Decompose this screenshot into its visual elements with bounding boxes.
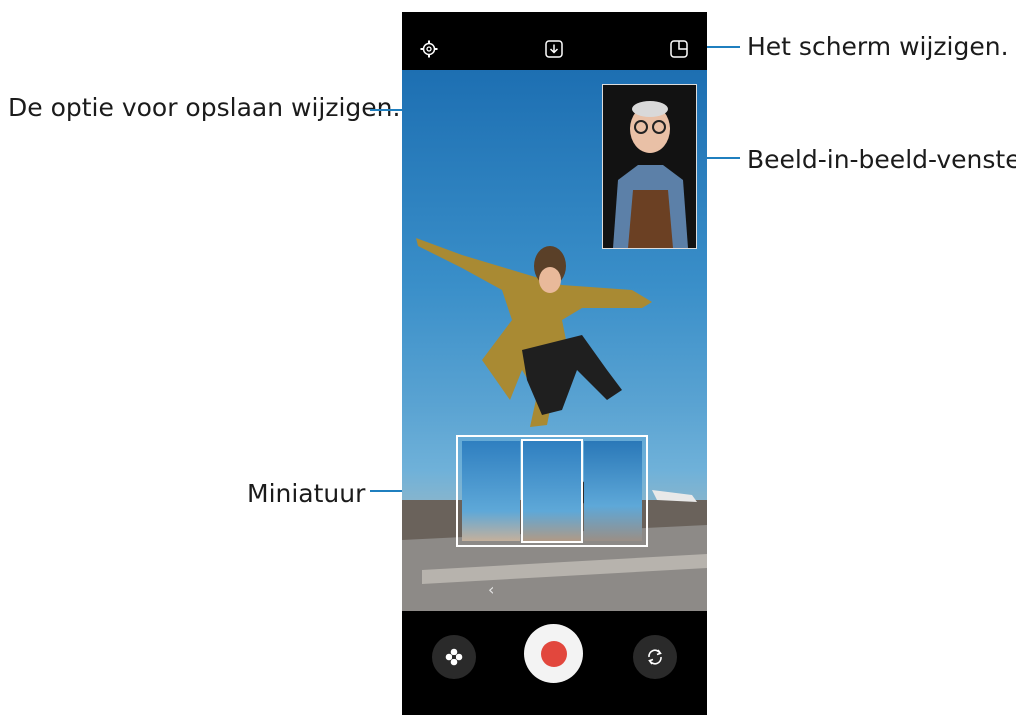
thumbnail-strip[interactable] <box>456 435 648 547</box>
download-icon[interactable] <box>545 40 563 58</box>
callout-thumbnail: Miniatuur <box>247 479 366 508</box>
pip-person-image <box>603 85 696 248</box>
rotate-icon <box>648 649 662 665</box>
pip-window[interactable] <box>602 84 697 249</box>
gear-icon[interactable] <box>420 40 438 58</box>
phone-screen: ‹ <box>402 12 707 715</box>
thumbnail-item[interactable] <box>462 441 520 541</box>
callout-pip-window: Beeld-in-beeld-venster <box>747 145 1016 174</box>
chevron-left-icon[interactable]: ‹ <box>488 580 494 599</box>
thumbnail-item-selected[interactable] <box>521 439 583 543</box>
camera-top-bar <box>402 12 707 70</box>
flower-icon <box>445 648 463 666</box>
layout-icon[interactable] <box>670 40 688 58</box>
record-button[interactable] <box>524 624 583 683</box>
switch-camera-button[interactable] <box>633 635 677 679</box>
camera-viewfinder[interactable]: ‹ <box>402 70 707 611</box>
record-dot <box>540 640 567 667</box>
thumbnail-item[interactable] <box>584 441 642 541</box>
effects-button[interactable] <box>432 635 476 679</box>
camera-controls <box>402 611 707 715</box>
callout-change-save-option: De optie voor opslaan wijzigen. <box>8 93 401 122</box>
callout-change-screen: Het scherm wijzigen. <box>747 32 1009 61</box>
